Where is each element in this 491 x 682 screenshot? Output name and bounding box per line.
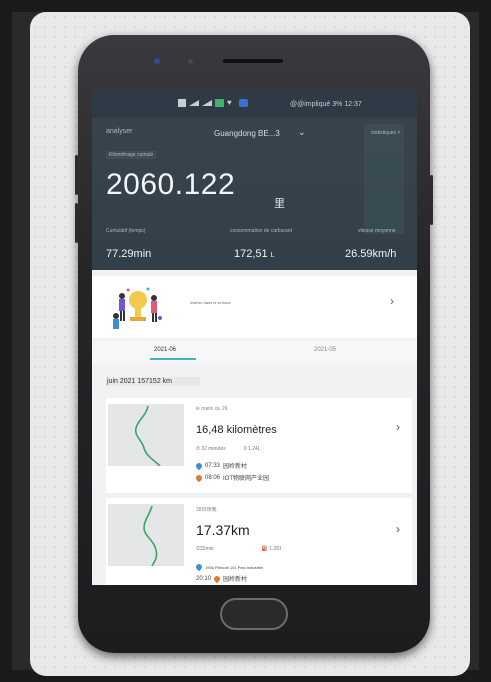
trip-card[interactable]: 28日夜晚 17.37km ⏱32min ⛽ 1.281 › 1946 Péri…	[106, 498, 412, 585]
end-pin-icon	[212, 574, 222, 583]
month-tabs: 2021-06 2021-05	[92, 341, 417, 363]
tab-2021-05[interactable]: 2021-05	[314, 347, 336, 353]
route-map-thumbnail	[108, 404, 184, 466]
start-pin-icon	[194, 562, 204, 572]
start-time: 07:33	[205, 462, 221, 469]
trip-start: 1946 Période 101 Parc industriel	[194, 562, 264, 572]
cumul-label: Cumulatif (temps)	[106, 228, 146, 234]
total-label: Kilométrage cumulé	[106, 151, 157, 159]
chevron-right-icon[interactable]: ›	[390, 294, 394, 308]
banner-text: Insérer dans le la trace	[190, 300, 231, 305]
chevron-down-icon[interactable]: ⌄	[298, 127, 306, 138]
start-place: 1946 Période 101 Parc industriel	[205, 564, 264, 570]
trip-distance: 16,48 kilomètres	[196, 424, 277, 436]
total-distance-value: 2060.122	[106, 168, 236, 201]
sim-icon	[178, 99, 186, 107]
power-button	[430, 175, 433, 225]
trip-start: 07:33 园岭新村	[194, 461, 248, 470]
end-time: 20:10	[196, 575, 212, 582]
trip-duration: ⏱ 32 minutes	[196, 446, 226, 452]
month-summary: juin 2021 157152 km	[106, 377, 200, 386]
heart-icon: ♥	[227, 98, 232, 107]
trip-duration: ⏱32min	[196, 546, 214, 552]
route-map-thumbnail	[108, 504, 184, 566]
trip-card[interactable]: le matin du 29 16,48 kilomètres ⏱ 32 min…	[106, 398, 412, 493]
trip-fuel: ⛽ 1.281	[261, 546, 282, 552]
start-place: 园岭新村	[223, 464, 248, 470]
home-button[interactable]	[220, 598, 288, 630]
promo-banner[interactable]: Insérer dans le la trace ›	[92, 276, 417, 338]
fuel-unit: L	[270, 252, 275, 259]
status-bar: ♥ @@impliqué 3% 12:37	[92, 99, 417, 113]
total-distance-unit: 里	[274, 198, 285, 210]
front-camera-icon	[154, 58, 160, 64]
end-pin-icon	[194, 473, 204, 482]
fuel-value-group: 172,51 L	[234, 248, 275, 260]
trip-end: 20:10 园岭新村	[196, 574, 247, 583]
end-place: IOT物联网产业园	[223, 476, 270, 482]
speed-label: vitesse moyenne	[358, 228, 396, 234]
status-icons: ♥	[178, 99, 248, 107]
tab-2021-06[interactable]: 2021-06	[154, 347, 176, 353]
earpiece-speaker	[223, 59, 283, 63]
signal-icon	[202, 100, 212, 106]
speed-value: 26.59km/h	[345, 248, 397, 260]
side-panel	[364, 124, 404, 234]
location-selector[interactable]: Guangdong BE...3	[214, 129, 280, 138]
status-text: @@impliqué 3% 12:37	[290, 101, 362, 108]
stats-header: ♥ @@impliqué 3% 12:37 analyser Guangdong…	[92, 88, 417, 270]
trip-meta: ⏱ 32 minutes 0 1.24L	[196, 446, 260, 452]
sensor-icon	[188, 59, 193, 64]
trip-distance: 17.37km	[196, 522, 250, 538]
active-tab-indicator	[150, 358, 196, 360]
volume-button	[75, 155, 78, 195]
volume-button	[75, 203, 78, 243]
signal-icon	[189, 100, 199, 106]
chevron-right-icon[interactable]: ›	[396, 522, 400, 536]
app-icon	[215, 99, 224, 107]
trip-fuel: 0 1.24L	[243, 446, 261, 452]
start-pin-icon	[194, 461, 204, 470]
trip-meta: ⏱32min ⛽ 1.281	[196, 546, 282, 552]
end-place: 园岭新村	[223, 577, 248, 583]
statistics-link[interactable]: statistiques >	[371, 130, 400, 136]
trip-date: 28日夜晚	[196, 507, 217, 513]
shield-icon	[239, 99, 248, 107]
fuel-value: 172,51	[234, 248, 268, 260]
cumul-value: 77.29min	[106, 248, 152, 260]
analyser-label[interactable]: analyser	[106, 128, 132, 135]
end-time: 08:06	[205, 474, 221, 481]
fuel-label: consommation de carburant	[230, 228, 292, 234]
people-illustration-icon	[113, 287, 162, 329]
trip-end: 08:06 IOT物联网产业园	[194, 473, 270, 482]
chevron-right-icon[interactable]: ›	[396, 420, 400, 434]
trip-date: le matin du 29	[196, 406, 228, 412]
app-screen: ♥ @@impliqué 3% 12:37 analyser Guangdong…	[92, 88, 417, 585]
